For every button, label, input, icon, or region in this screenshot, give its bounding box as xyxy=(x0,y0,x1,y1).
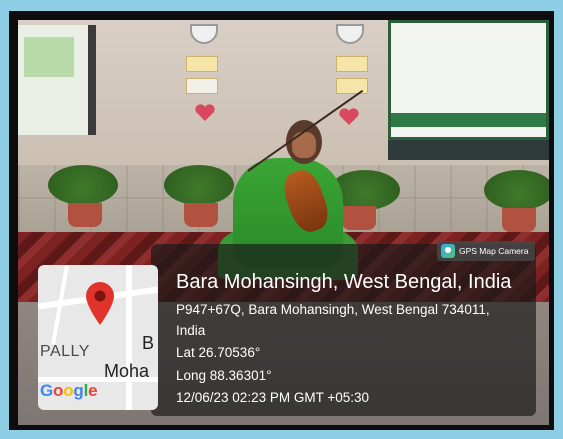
longitude: Long 88.36301° xyxy=(176,368,272,383)
latitude: Lat 26.70536° xyxy=(176,345,261,360)
google-logo: Google xyxy=(40,381,98,400)
heart-icon xyxy=(195,104,215,121)
address-line-2: India xyxy=(176,323,206,338)
banner xyxy=(388,20,549,140)
address-line-1: P947+67Q, Bara Mohansingh, West Bengal 7… xyxy=(176,302,490,317)
map-pin-icon xyxy=(86,282,114,325)
gps-map-camera-badge: GPS Map Camera xyxy=(437,241,535,261)
map-label: PALLY xyxy=(40,343,90,360)
wall-card xyxy=(186,56,218,72)
datetime: 12/06/23 02:23 PM GMT +05:30 xyxy=(176,390,370,405)
wall-card xyxy=(336,56,368,72)
map-label: Moha xyxy=(104,361,150,381)
heart-icon xyxy=(339,108,359,125)
location-title: Bara Mohansingh, West Bengal, India xyxy=(176,271,512,293)
wall-card xyxy=(186,78,218,94)
map-thumbnail[interactable]: PALLY B Moha Google xyxy=(38,265,158,410)
banner-stripe xyxy=(391,113,546,127)
projector-screen xyxy=(18,25,96,135)
badge-label: GPS Map Camera xyxy=(459,246,529,256)
banner-frame xyxy=(388,140,549,160)
map-label: B xyxy=(142,333,155,353)
wall-card xyxy=(336,78,368,94)
gps-map-camera-icon xyxy=(441,244,455,258)
screen-content xyxy=(24,37,74,77)
map-road xyxy=(126,265,132,410)
